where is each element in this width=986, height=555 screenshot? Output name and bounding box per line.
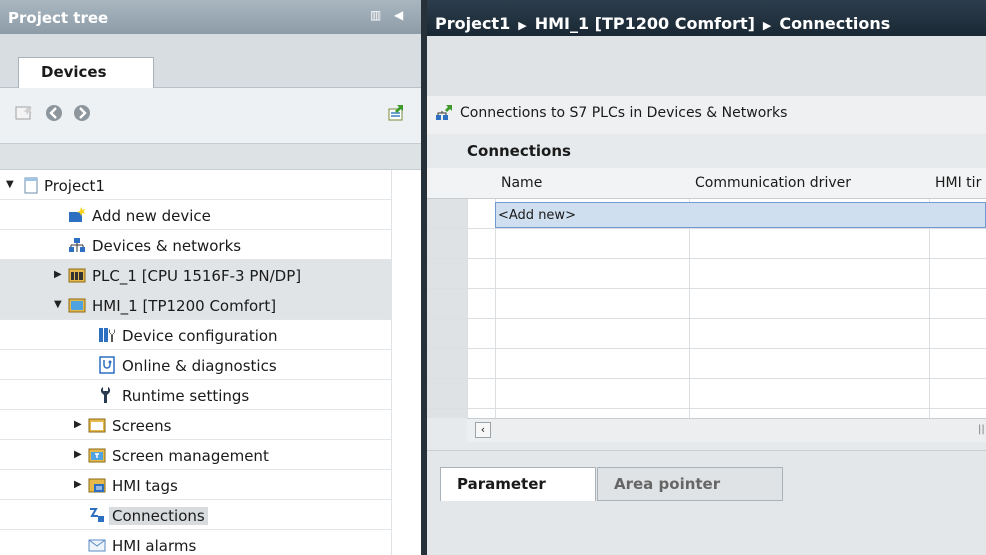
back-icon[interactable] xyxy=(44,103,64,123)
connections-table: Name Communication driver HMI tir <Add n… xyxy=(427,168,986,418)
breadcrumb-item[interactable]: Connections xyxy=(779,14,890,33)
tags-icon xyxy=(88,478,106,493)
section-title: Connections xyxy=(467,142,571,160)
scroll-thumb[interactable]: ||| xyxy=(978,424,986,435)
export-icon[interactable] xyxy=(387,103,407,123)
project-tree-title: Project tree xyxy=(8,9,109,27)
tree-item-label: Screen management xyxy=(112,447,269,465)
add-new-label: <Add new> xyxy=(498,208,576,223)
connections-icon xyxy=(90,508,104,522)
breadcrumb-item[interactable]: HMI_1 [TP1200 Comfort] xyxy=(535,14,755,33)
network-icon xyxy=(69,238,85,252)
alarms-icon xyxy=(88,539,106,552)
tree-item-runtime-settings[interactable]: Runtime settings xyxy=(0,380,391,410)
tree-item-label: HMI alarms xyxy=(112,537,197,555)
tree-item-online-diagnostics[interactable]: Online & diagnostics xyxy=(0,350,391,380)
editor-pane: Project1 ▶ HMI_1 [TP1200 Comfort] ▶ Connecti… xyxy=(427,0,986,555)
table-header: Name Communication driver HMI tir xyxy=(427,168,986,199)
breadcrumb-item[interactable]: Project1 xyxy=(435,14,510,33)
tree-item-screens[interactable]: ▶ Screens xyxy=(0,410,391,440)
diagnostics-icon xyxy=(99,356,115,374)
project-tree-toolbar xyxy=(0,88,421,144)
tree-item-label: Online & diagnostics xyxy=(122,357,277,375)
tree-item-label: Project1 xyxy=(44,177,105,195)
project-icon xyxy=(24,177,38,194)
tab-devices[interactable]: Devices xyxy=(18,57,154,89)
column-header-name[interactable]: Name xyxy=(501,175,542,191)
tree-item-label: Add new device xyxy=(92,207,211,225)
new-icon[interactable] xyxy=(14,103,34,123)
s7-connections-link[interactable]: Connections to S7 PLCs in Devices & Netw… xyxy=(460,105,787,121)
scroll-left-icon[interactable]: ‹ xyxy=(475,422,491,438)
add-device-icon xyxy=(69,207,86,222)
editor-toolbar: Connections to S7 PLCs in Devices & Netw… xyxy=(427,96,986,134)
expand-right-icon[interactable]: ▶ xyxy=(54,269,62,280)
maximize-icon[interactable]: ▥ xyxy=(370,8,381,22)
expand-right-icon[interactable]: ▶ xyxy=(74,449,82,460)
project-tree-pane: Project tree ▥ ◀ Devices ▼ Project1 Add … xyxy=(0,0,421,555)
wrench-icon xyxy=(100,387,111,403)
expand-right-icon[interactable]: ▶ xyxy=(74,479,82,490)
tree-column-header xyxy=(0,144,421,170)
tree-item-hmi-alarms[interactable]: HMI alarms xyxy=(0,530,391,555)
hmi-icon xyxy=(68,298,86,313)
breadcrumb-separator-icon: ▶ xyxy=(762,19,772,32)
s7-connections-icon[interactable] xyxy=(435,104,455,124)
project-tree-title-bar: Project tree ▥ ◀ xyxy=(0,0,421,34)
tree-item-label: HMI_1 [TP1200 Comfort] xyxy=(92,297,277,315)
tree-item-device-configuration[interactable]: Device configuration xyxy=(0,320,391,350)
tree-item-hmi-tags[interactable]: ▶ HMI tags xyxy=(0,470,391,500)
tree-item-label: Connections xyxy=(109,507,208,525)
breadcrumb: Project1 ▶ HMI_1 [TP1200 Comfort] ▶ Connecti… xyxy=(427,0,986,36)
screen-management-icon xyxy=(88,448,106,463)
forward-icon[interactable] xyxy=(72,103,92,123)
tab-area-pointer[interactable]: Area pointer xyxy=(597,467,783,501)
collapse-left-icon[interactable]: ◀ xyxy=(394,8,403,22)
folder-icon xyxy=(88,418,106,433)
tree-item-label: Devices & networks xyxy=(92,237,242,255)
tab-bar: Devices xyxy=(0,34,421,89)
tree-item-screen-management[interactable]: ▶ Screen management xyxy=(0,440,391,470)
breadcrumb-separator-icon: ▶ xyxy=(518,19,527,32)
horizontal-scrollbar[interactable]: ‹ ||| xyxy=(467,418,986,442)
tree-item-devices-networks[interactable]: Devices & networks xyxy=(0,230,391,260)
tree-item-label: Runtime settings xyxy=(122,387,250,405)
device-config-icon xyxy=(99,328,115,342)
tree-item-hmi1[interactable]: ▼ HMI_1 [TP1200 Comfort] xyxy=(0,290,391,320)
tab-parameter[interactable]: Parameter xyxy=(440,467,596,501)
tree-item-connections[interactable]: Connections xyxy=(0,500,391,530)
tree-item-plc1[interactable]: ▶ PLC_1 [CPU 1516F-3 PN/DP] xyxy=(0,260,391,290)
properties-tabs: Parameter Area pointer xyxy=(427,450,986,555)
editor-subheader xyxy=(427,36,986,96)
tree-item-label: Screens xyxy=(112,417,172,435)
column-header-communication-driver[interactable]: Communication driver xyxy=(695,175,851,191)
tree-item-label: Device configuration xyxy=(122,327,278,345)
plc-icon xyxy=(68,268,86,283)
project-tree: ▼ Project1 Add new device Devices & netw… xyxy=(0,170,421,555)
tree-item-label: HMI tags xyxy=(112,477,178,495)
expand-down-icon[interactable]: ▼ xyxy=(6,179,14,190)
tree-item-project1[interactable]: ▼ Project1 xyxy=(0,170,391,200)
expand-down-icon[interactable]: ▼ xyxy=(54,299,62,310)
column-header-hmi-time[interactable]: HMI tir xyxy=(935,175,981,191)
add-new-row[interactable]: <Add new> xyxy=(495,202,986,228)
tree-item-label: PLC_1 [CPU 1516F-3 PN/DP] xyxy=(92,267,302,285)
tree-item-add-new-device[interactable]: Add new device xyxy=(0,200,391,230)
expand-right-icon[interactable]: ▶ xyxy=(74,419,82,430)
row-header-column xyxy=(427,199,467,418)
